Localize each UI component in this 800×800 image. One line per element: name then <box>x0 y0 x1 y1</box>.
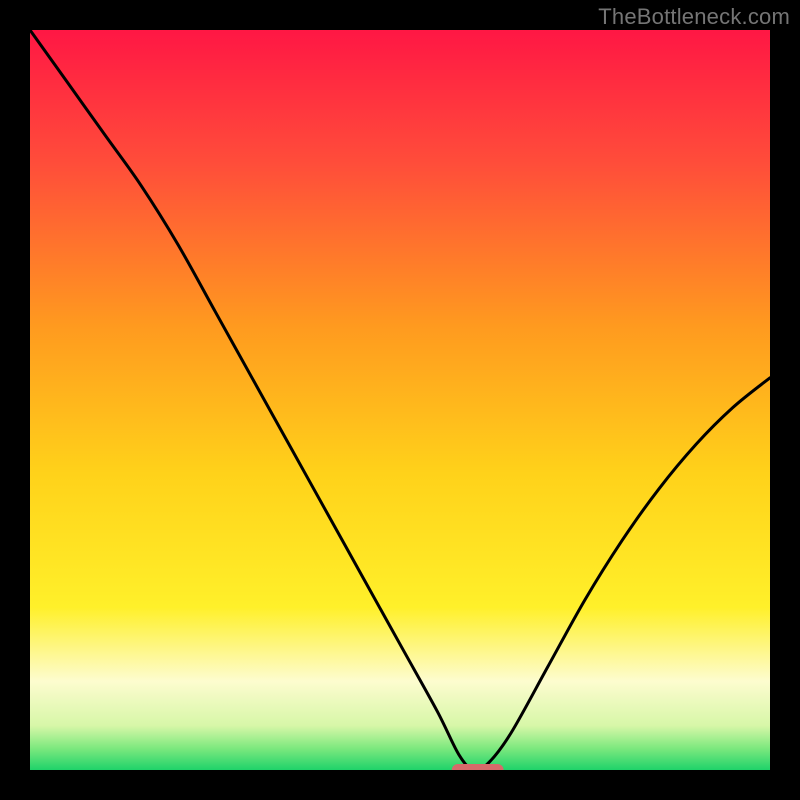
plot-background <box>30 30 770 770</box>
watermark-text: TheBottleneck.com <box>598 4 790 30</box>
optimal-marker <box>452 764 504 770</box>
chart-frame: TheBottleneck.com <box>0 0 800 800</box>
chart-svg <box>30 30 770 770</box>
